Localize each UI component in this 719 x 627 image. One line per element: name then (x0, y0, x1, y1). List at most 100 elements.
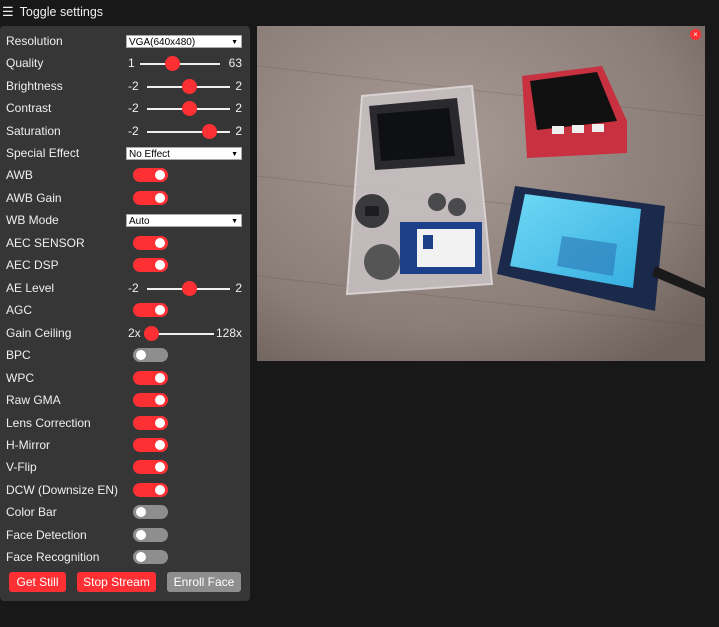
face-detection-toggle[interactable] (133, 528, 168, 542)
h-mirror-toggle[interactable] (133, 438, 168, 452)
gain-ceiling-track (151, 333, 214, 335)
ae-level-slider[interactable]: -2 2 (128, 280, 242, 296)
v-flip-toggle[interactable] (133, 460, 168, 474)
hamburger-icon[interactable]: ☰ (2, 4, 14, 20)
contrast-slider[interactable]: -2 2 (128, 100, 242, 116)
awb-label: AWB (6, 168, 33, 182)
aec-sensor-label: AEC SENSOR (6, 236, 85, 250)
toggle-knob (155, 440, 165, 450)
toggle-knob (155, 485, 165, 495)
stop-stream-button[interactable]: Stop Stream (77, 572, 156, 592)
resolution-select[interactable]: VGA(640x480) ▼ (126, 34, 242, 48)
gain-ceiling-max: 128x (215, 326, 242, 340)
raw-gma-row: Raw GMA (6, 389, 244, 411)
quality-thumb[interactable] (165, 56, 180, 71)
face-recognition-row: Face Recognition (6, 546, 244, 568)
brightness-max: 2 (235, 79, 242, 93)
wpc-label: WPC (6, 371, 34, 385)
toggle-knob (136, 552, 146, 562)
brightness-thumb[interactable] (181, 79, 197, 94)
saturation-row: Saturation -2 2 (6, 120, 244, 142)
special-effect-value: No Effect (129, 148, 170, 160)
toggle-settings-header[interactable]: ☰ Toggle settings (0, 0, 103, 24)
quality-row: Quality 1 63 (6, 52, 244, 74)
agc-label: AGC (6, 303, 33, 317)
bpc-label: BPC (6, 348, 31, 362)
v-flip-row: V-Flip (6, 456, 244, 478)
toggle-knob (155, 260, 165, 270)
toggle-knob (155, 373, 165, 383)
aec-sensor-toggle[interactable] (133, 236, 168, 250)
gain-ceiling-thumb[interactable] (144, 326, 159, 341)
toggle-knob (155, 305, 165, 315)
saturation-label: Saturation (6, 124, 61, 138)
enroll-face-button[interactable]: Enroll Face (167, 572, 241, 592)
bpc-toggle[interactable] (133, 348, 168, 362)
h-mirror-row: H-Mirror (6, 434, 244, 456)
settings-panel: Resolution VGA(640x480) ▼ Quality 1 63 B… (0, 26, 250, 601)
aec-dsp-row: AEC DSP (6, 254, 244, 276)
get-still-button[interactable]: Get Still (9, 572, 66, 592)
handheld-console (345, 84, 494, 296)
toggle-knob (155, 193, 165, 203)
face-recognition-label: Face Recognition (6, 550, 100, 564)
toggle-knob (155, 462, 165, 472)
awb-gain-label: AWB Gain (6, 191, 62, 205)
quality-track (140, 63, 220, 65)
face-recognition-toggle[interactable] (133, 550, 168, 564)
wpc-toggle[interactable] (133, 371, 168, 385)
toggle-knob (155, 170, 165, 180)
wb-mode-value: Auto (129, 215, 150, 227)
awb-gain-row: AWB Gain (6, 187, 244, 209)
saturation-thumb[interactable] (202, 124, 218, 139)
agc-toggle[interactable] (133, 303, 168, 317)
lens-correction-row: Lens Correction (6, 412, 244, 434)
color-bar-toggle[interactable] (133, 505, 168, 519)
ae-level-label: AE Level (6, 281, 55, 295)
ae-level-row: AE Level -2 2 (6, 277, 244, 299)
resolution-value: VGA(640x480) (129, 36, 196, 48)
dropdown-caret-icon: ▼ (231, 150, 238, 158)
saturation-track (147, 131, 230, 133)
quality-max: 63 (228, 56, 242, 70)
aec-dsp-toggle[interactable] (133, 258, 168, 272)
gain-ceiling-label: Gain Ceiling (6, 326, 72, 340)
ae-level-max: 2 (235, 281, 242, 295)
dropdown-caret-icon: ▼ (231, 38, 238, 46)
contrast-max: 2 (235, 101, 242, 115)
resolution-row: Resolution VGA(640x480) ▼ (6, 30, 244, 52)
wb-mode-select[interactable]: Auto ▼ (126, 213, 242, 227)
gain-ceiling-slider[interactable]: 2x 128x (128, 325, 242, 341)
gain-ceiling-row: Gain Ceiling 2x 128x (6, 322, 244, 344)
brightness-slider[interactable]: -2 2 (128, 78, 242, 94)
dcw-row: DCW (Downsize EN) (6, 479, 244, 501)
close-stream-icon[interactable]: × (690, 29, 701, 40)
color-bar-row: Color Bar (6, 501, 244, 523)
toggle-settings-label[interactable]: Toggle settings (20, 5, 103, 19)
wb-mode-label: WB Mode (6, 213, 59, 227)
toggle-knob (155, 395, 165, 405)
brightness-row: Brightness -2 2 (6, 75, 244, 97)
resolution-label: Resolution (6, 34, 63, 48)
toggle-knob (155, 238, 165, 248)
ae-level-min: -2 (128, 281, 139, 295)
agc-row: AGC (6, 299, 244, 321)
toggle-knob (136, 507, 146, 517)
quality-slider[interactable]: 1 63 (128, 55, 242, 71)
bpc-row: BPC (6, 344, 244, 366)
lens-correction-label: Lens Correction (6, 416, 91, 430)
dcw-toggle[interactable] (133, 483, 168, 497)
brightness-min: -2 (128, 79, 139, 93)
ae-level-thumb[interactable] (181, 281, 197, 296)
awb-toggle[interactable] (133, 168, 168, 182)
raw-gma-toggle[interactable] (133, 393, 168, 407)
special-effect-select[interactable]: No Effect ▼ (126, 146, 242, 160)
lens-correction-toggle[interactable] (133, 416, 168, 430)
color-bar-label: Color Bar (6, 505, 57, 519)
wb-mode-row: WB Mode Auto ▼ (6, 209, 244, 231)
dcw-label: DCW (Downsize EN) (6, 483, 119, 497)
contrast-thumb[interactable] (181, 101, 197, 116)
awb-gain-toggle[interactable] (133, 191, 168, 205)
saturation-slider[interactable]: -2 2 (128, 123, 242, 139)
face-detection-row: Face Detection (6, 524, 244, 546)
